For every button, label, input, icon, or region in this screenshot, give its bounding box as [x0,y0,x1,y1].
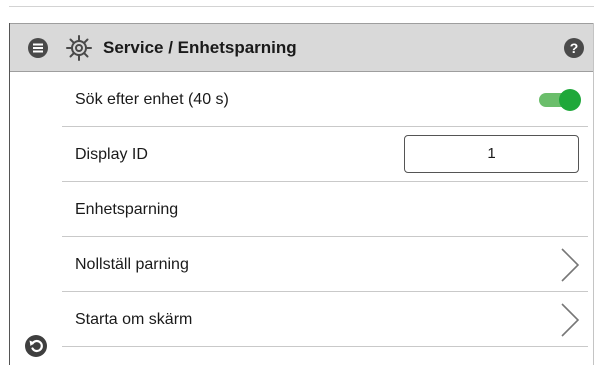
back-icon[interactable] [25,335,47,357]
row-search-device: Sök efter enhet (40 s) [62,72,588,127]
menu-icon[interactable] [28,38,48,58]
chevron-right-icon[interactable] [559,301,581,339]
settings-panel: Service / Enhetsparning ? Sök efter enhe… [9,23,594,365]
display-id-label: Display ID [75,146,148,163]
chevron-right-icon[interactable] [559,246,581,284]
row-restart-screen[interactable]: Starta om skärm [62,292,588,347]
help-icon[interactable]: ? [564,38,584,58]
device-pairing-label: Enhetsparning [75,201,179,218]
reset-pairing-label: Nollställ parning [75,256,189,273]
search-device-label: Sök efter enhet (40 s) [75,91,229,108]
row-reset-pairing[interactable]: Nollställ parning [62,237,588,292]
top-divider [9,6,594,7]
row-device-pairing: Enhetsparning [62,182,588,237]
gear-icon [66,35,92,61]
restart-screen-label: Starta om skärm [75,311,193,328]
search-device-toggle[interactable] [539,89,581,111]
header-bar: Service / Enhetsparning ? [10,23,593,72]
row-display-id: Display ID 1 [62,127,588,182]
page-title: Service / Enhetsparning [103,38,297,57]
toggle-knob [559,89,581,111]
display-id-field[interactable]: 1 [404,135,579,173]
